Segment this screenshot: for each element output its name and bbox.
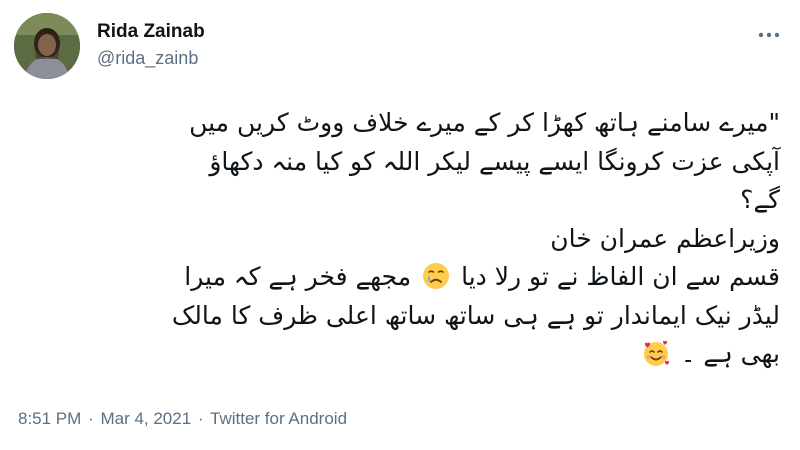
more-options-button[interactable] xyxy=(752,20,786,44)
tweet-text: "میرے سامنے ہاتھ کھڑا کر کے میرے خلاف وو… xyxy=(18,104,780,374)
separator: · xyxy=(197,409,204,428)
tweet-line-with-emoji: قسم سے ان الفاظ نے تو رلا دیا مجھے فخر ہ… xyxy=(18,258,780,297)
tweet-line-segment: مجھے فخر ہے کہ میرا xyxy=(184,262,412,291)
avatar[interactable] xyxy=(14,13,80,79)
author-name[interactable]: Rida Zainab xyxy=(97,21,205,43)
tweet-date[interactable]: Mar 4, 2021 xyxy=(100,409,191,428)
separator: · xyxy=(88,409,94,428)
tweet-source[interactable]: Twitter for Android xyxy=(210,409,347,428)
tweet-line: گے؟ xyxy=(740,185,780,214)
tweet-line: آپکی عزت کرونگا ایسے پیسے لیکر اللہ کو ک… xyxy=(209,146,780,176)
tweet-line-with-emoji: بھی ہے ۔ xyxy=(18,335,780,374)
smiling-face-with-hearts-emoji xyxy=(641,338,671,368)
tweet-line-segment: بھی ہے ۔ xyxy=(680,339,780,368)
tweet-line: وزیراعظم عمران خان xyxy=(550,223,780,253)
more-options-icon xyxy=(758,23,780,42)
tweet-metadata: 8:51 PM · Mar 4, 2021 · Twitter for Andr… xyxy=(18,409,347,429)
tweet-card: Rida Zainab @rida_zainb "میرے سامنے ہاتھ… xyxy=(0,0,800,450)
tweet-line: "میرے سامنے ہاتھ کھڑا کر کے میرے خلاف وو… xyxy=(189,108,780,137)
author-handle[interactable]: @rida_zainb xyxy=(97,48,198,69)
tweet-line: لیڈر نیک ایماندار تو ہے ہی ساتھ ساتھ اعل… xyxy=(171,300,780,330)
tweet-time[interactable]: 8:51 PM xyxy=(18,409,81,428)
tweet-line-segment: قسم سے ان الفاظ نے تو رلا دیا xyxy=(461,262,780,291)
crying-face-emoji xyxy=(421,261,451,291)
